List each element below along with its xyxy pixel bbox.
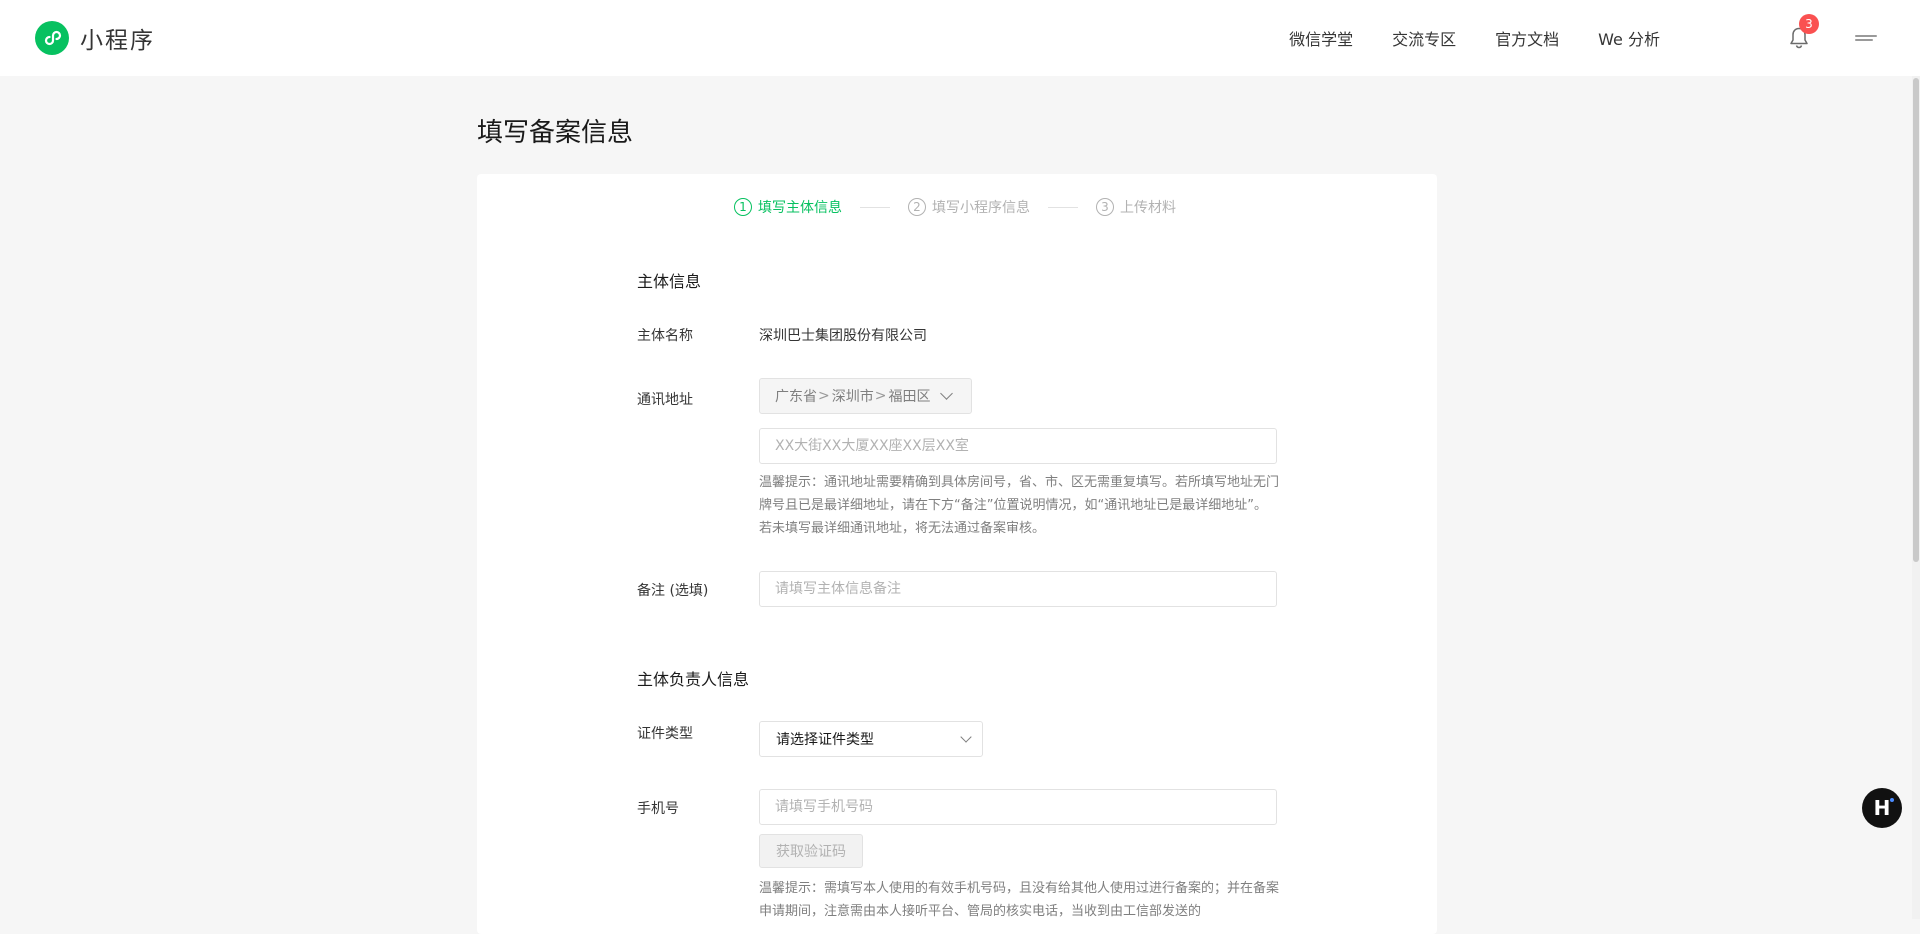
entity-name-value: 深圳巴士集团股份有限公司	[759, 328, 927, 344]
nav-item-community[interactable]: 交流专区	[1392, 26, 1456, 50]
assistant-h-icon: H	[1873, 796, 1891, 820]
notification-badge: 3	[1799, 14, 1819, 34]
entity-name-label: 主体名称	[637, 328, 693, 344]
assistant-float-button[interactable]: H	[1862, 788, 1902, 828]
logo-text: 小程序	[80, 28, 155, 54]
top-nav: 微信学堂 交流专区 官方文档 We 分析	[1250, 0, 1660, 76]
section-title-principal: 主体负责人信息	[637, 670, 750, 689]
logo[interactable]: 小程序	[35, 21, 155, 55]
step-number: 3	[1096, 198, 1114, 216]
remark-label: 备注 (选填)	[637, 583, 709, 599]
avatar[interactable]	[1855, 32, 1879, 44]
step-number: 2	[908, 198, 926, 216]
step-indicator: 1 填写主体信息 2 填写小程序信息 3 上传材料	[734, 196, 1176, 218]
remark-input[interactable]	[759, 571, 1277, 607]
city-value: 深圳市	[831, 389, 874, 405]
step-divider	[860, 206, 890, 208]
separator-icon: >	[818, 388, 830, 404]
miniprogram-logo-icon	[35, 21, 69, 55]
get-code-button[interactable]: 获取验证码	[759, 834, 863, 868]
step-3: 3 上传材料	[1096, 197, 1176, 217]
chevron-down-icon	[940, 387, 954, 400]
step-label: 填写主体信息	[758, 200, 842, 216]
district-value: 福田区	[888, 389, 931, 405]
id-type-label: 证件类型	[637, 726, 693, 742]
address-label: 通讯地址	[637, 392, 693, 408]
chevron-down-icon	[960, 731, 972, 743]
top-header: 小程序 微信学堂 交流专区 官方文档 We 分析 3	[0, 0, 1920, 76]
step-label: 填写小程序信息	[932, 200, 1030, 216]
nav-item-wechat-academy[interactable]: 微信学堂	[1289, 26, 1353, 50]
step-number: 1	[734, 198, 752, 216]
id-type-select[interactable]: 请选择证件类型	[759, 721, 983, 757]
address-input[interactable]	[759, 428, 1277, 464]
step-label: 上传材料	[1120, 200, 1176, 216]
separator-icon: >	[874, 388, 887, 404]
step-1: 1 填写主体信息	[734, 197, 842, 217]
phone-tip: 温馨提示：需填写本人使用的有效手机号码，且没有给其他人使用过进行备案的；并在备案…	[759, 881, 1280, 919]
id-type-value: 请选择证件类型	[776, 732, 874, 748]
step-divider	[1048, 206, 1078, 208]
phone-label: 手机号	[637, 801, 679, 817]
nav-item-we-analysis[interactable]: We 分析	[1598, 26, 1660, 50]
nav-item-official-docs[interactable]: 官方文档	[1495, 26, 1559, 50]
phone-input[interactable]	[759, 789, 1277, 825]
assistant-dot-icon	[1890, 798, 1894, 802]
page-title: 填写备案信息	[477, 118, 634, 148]
section-title-entity: 主体信息	[637, 272, 702, 291]
address-tip: 温馨提示：通讯地址需要精确到具体房间号，省、市、区无需重复填写。若所填写地址无门…	[759, 475, 1280, 536]
scrollbar-thumb[interactable]	[1913, 78, 1919, 562]
step-2: 2 填写小程序信息	[908, 197, 1030, 217]
region-select[interactable]: 广东省 > 深圳市 > 福田区	[759, 378, 972, 414]
province-value: 广东省	[775, 389, 817, 405]
